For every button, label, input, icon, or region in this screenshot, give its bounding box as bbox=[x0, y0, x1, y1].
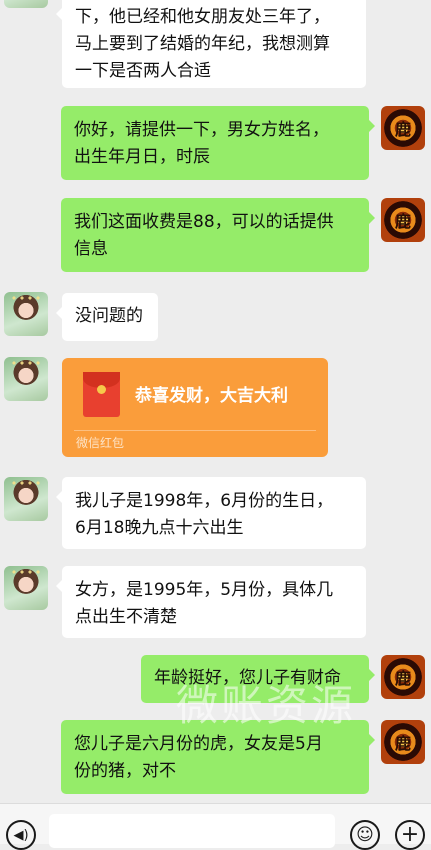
message-bubble-outgoing[interactable]: 我们这面收费是88，可以的话提供 信息 bbox=[61, 198, 375, 272]
emoji-icon[interactable]: ☺ bbox=[350, 820, 380, 850]
divider bbox=[74, 430, 316, 431]
message-text: 信息 bbox=[74, 239, 108, 259]
contact-avatar[interactable] bbox=[4, 292, 48, 336]
message-text: 马上要到了结婚的年纪，我想测算 bbox=[75, 34, 330, 54]
my-avatar[interactable]: 鹿 bbox=[381, 106, 425, 150]
message-text: 没问题的 bbox=[75, 306, 143, 326]
avatar-logo: 鹿 bbox=[394, 734, 411, 753]
message-text: 您儿子是六月份的虎，女友是5月 bbox=[74, 734, 323, 754]
watermark: 微账资源 bbox=[176, 681, 357, 730]
message-text: 下，他已经和他女朋友处三年了， bbox=[75, 7, 330, 27]
contact-avatar[interactable] bbox=[4, 357, 48, 401]
message-text: 6月18晚九点十六出生 bbox=[75, 518, 244, 538]
contact-avatar[interactable] bbox=[4, 477, 48, 521]
avatar-logo: 鹿 bbox=[394, 669, 411, 688]
voice-icon[interactable]: ◀) bbox=[6, 820, 36, 850]
message-text: 点出生不清楚 bbox=[75, 607, 177, 627]
avatar-logo: 鹿 bbox=[394, 212, 411, 231]
contact-avatar[interactable] bbox=[4, 566, 48, 610]
message-text: 你好，请提供一下，男女方姓名， bbox=[74, 120, 329, 140]
my-avatar[interactable]: 鹿 bbox=[381, 720, 425, 764]
input-bar: ◀) ☺ + bbox=[0, 803, 431, 850]
message-bubble-incoming[interactable]: 下，他已经和他女朋友处三年了， 马上要到了结婚的年纪，我想测算 一下是否两人合适 bbox=[56, 0, 366, 88]
contact-avatar[interactable] bbox=[4, 0, 48, 8]
message-text: 我儿子是1998年，6月份的生日， bbox=[75, 491, 334, 511]
my-avatar[interactable]: 鹿 bbox=[381, 655, 425, 699]
message-bubble-incoming[interactable]: 我儿子是1998年，6月份的生日， 6月18晚九点十六出生 bbox=[56, 477, 366, 549]
chat-area[interactable]: 下，他已经和他女朋友处三年了， 马上要到了结婚的年纪，我想测算 一下是否两人合适… bbox=[0, 0, 431, 800]
avatar-logo: 鹿 bbox=[394, 120, 411, 139]
message-text: 女方，是1995年，5月份，具体几 bbox=[75, 580, 334, 600]
message-text: 我们这面收费是88，可以的话提供 bbox=[74, 212, 334, 232]
red-envelope-icon bbox=[83, 372, 120, 417]
my-avatar[interactable]: 鹿 bbox=[381, 198, 425, 242]
message-text: 份的猪，对不 bbox=[74, 761, 176, 781]
plus-icon[interactable]: + bbox=[395, 820, 425, 850]
message-bubble-incoming[interactable]: 女方，是1995年，5月份，具体几 点出生不清楚 bbox=[56, 566, 366, 638]
message-bubble-outgoing[interactable]: 你好，请提供一下，男女方姓名， 出生年月日，时辰 bbox=[61, 106, 375, 180]
message-bubble-incoming[interactable]: 没问题的 bbox=[56, 293, 158, 341]
red-packet-title: 恭喜发财，大吉大利 bbox=[135, 386, 288, 406]
red-packet-label: 微信红包 bbox=[76, 436, 125, 450]
message-text: 出生年月日，时辰 bbox=[74, 147, 210, 167]
red-packet-card[interactable]: 恭喜发财，大吉大利 微信红包 bbox=[62, 358, 328, 457]
message-text: 一下是否两人合适 bbox=[75, 61, 211, 81]
